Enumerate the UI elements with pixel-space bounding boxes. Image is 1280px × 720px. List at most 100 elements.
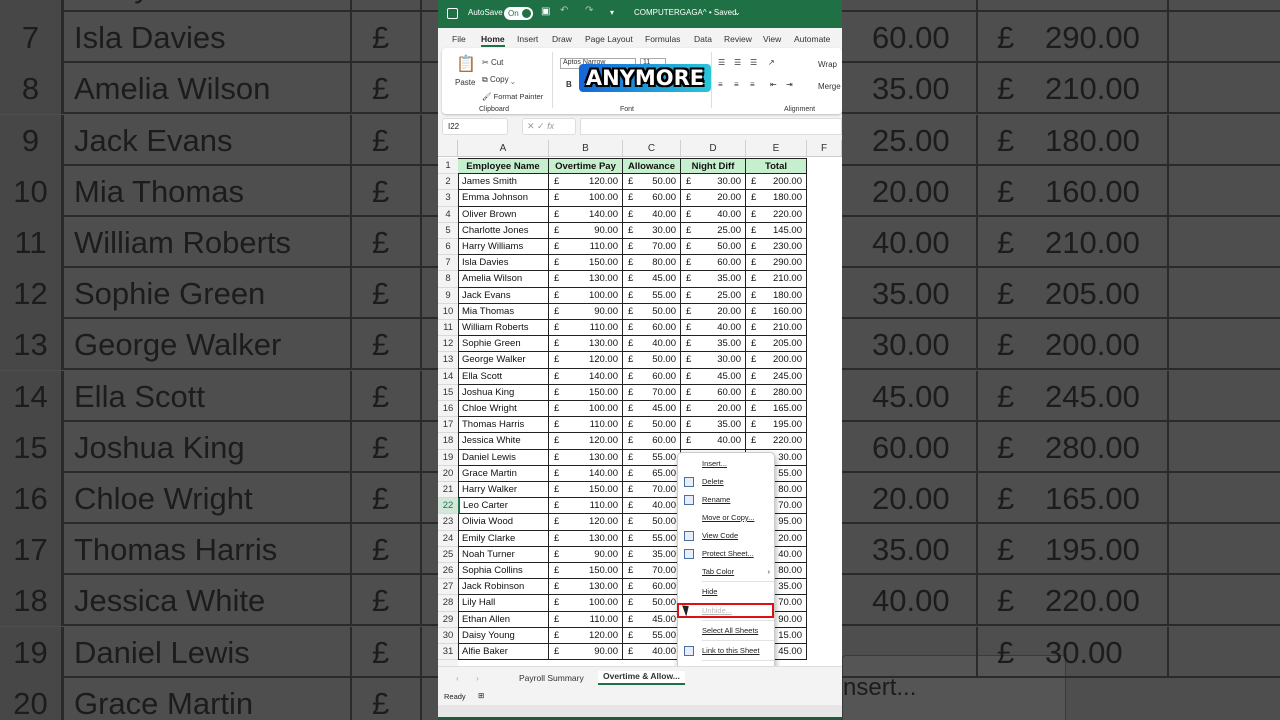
night-diff-cell[interactable]: £35.00 (681, 417, 746, 434)
menu-item-tab-color[interactable]: Tab Color › (678, 563, 776, 581)
allowance-cell[interactable]: £55.00 (623, 627, 681, 644)
menu-item-hide[interactable]: Hide (678, 583, 776, 601)
overtime-pay-cell[interactable]: £100.00 (549, 190, 623, 207)
header-cell[interactable]: Total (746, 158, 807, 175)
tab-home[interactable]: Home (481, 34, 505, 47)
tab-page-layout[interactable]: Page Layout (585, 34, 633, 44)
night-diff-cell[interactable]: £35.00 (681, 271, 746, 288)
tab-insert[interactable]: Insert (517, 34, 538, 44)
header-cell[interactable]: Employee Name (458, 158, 549, 175)
menu-item-insert[interactable]: Insert... (678, 455, 776, 473)
overtime-pay-cell[interactable]: £120.00 (549, 352, 623, 369)
allowance-cell[interactable]: £60.00 (623, 433, 681, 450)
employee-name-cell[interactable]: Olivia Wood (458, 514, 549, 531)
merge-button[interactable]: Merge (818, 82, 841, 91)
employee-name-cell[interactable]: Thomas Harris (458, 417, 549, 434)
wrap-text-button[interactable]: Wrap (818, 60, 837, 69)
employee-name-cell[interactable]: James Smith (458, 174, 549, 191)
employee-name-cell[interactable]: George Walker (458, 352, 549, 369)
overtime-pay-cell[interactable]: £110.00 (549, 239, 623, 256)
align-top-icon[interactable]: ☰ (718, 58, 725, 67)
night-diff-cell[interactable]: £60.00 (681, 255, 746, 272)
employee-name-cell[interactable]: Sophie Green (458, 336, 549, 353)
employee-name-cell[interactable]: Daisy Young (458, 627, 549, 644)
sheet-tab-payroll-summary[interactable]: Payroll Summary (519, 673, 584, 683)
menu-item-protect-sheet[interactable]: Protect Sheet... (678, 545, 776, 563)
employee-name-cell[interactable]: Amelia Wilson (458, 271, 549, 288)
night-diff-cell[interactable]: £25.00 (681, 222, 746, 239)
menu-item-delete[interactable]: Delete (678, 473, 776, 491)
employee-name-cell[interactable]: Jack Robinson (458, 579, 549, 596)
total-cell[interactable]: £245.00 (746, 368, 807, 385)
allowance-cell[interactable]: £40.00 (623, 498, 681, 515)
employee-name-cell[interactable]: Mia Thomas (458, 303, 549, 320)
column-header-A[interactable]: A (458, 140, 549, 157)
select-all-corner[interactable] (438, 140, 458, 157)
night-diff-cell[interactable]: £40.00 (681, 206, 746, 223)
employee-name-cell[interactable]: Grace Martin (458, 465, 549, 482)
scroll-left-icon[interactable]: ‹ (456, 673, 459, 683)
tab-automate[interactable]: Automate (794, 34, 830, 44)
employee-name-cell[interactable]: Lily Hall (458, 595, 549, 612)
column-header-F[interactable]: F (807, 140, 842, 157)
allowance-cell[interactable]: £55.00 (623, 287, 681, 304)
increase-indent-icon[interactable]: ⇥ (786, 80, 793, 89)
header-cell[interactable]: Allowance (623, 158, 681, 175)
employee-name-cell[interactable]: Sophia Collins (458, 563, 549, 580)
total-cell[interactable]: £220.00 (746, 433, 807, 450)
night-diff-cell[interactable]: £35.00 (681, 336, 746, 353)
overtime-pay-cell[interactable]: £120.00 (549, 433, 623, 450)
overtime-pay-cell[interactable]: £110.00 (549, 611, 623, 628)
overtime-pay-cell[interactable]: £140.00 (549, 368, 623, 385)
accessibility-icon[interactable]: ⊞ (478, 691, 484, 700)
formula-input[interactable] (580, 118, 842, 135)
save-icon[interactable]: ▣ (541, 6, 550, 17)
allowance-cell[interactable]: £45.00 (623, 611, 681, 628)
allowance-cell[interactable]: £70.00 (623, 482, 681, 499)
employee-name-cell[interactable]: Chloe Wright (458, 401, 549, 418)
allowance-cell[interactable]: £80.00 (623, 255, 681, 272)
employee-name-cell[interactable]: Jack Evans (458, 287, 549, 304)
overtime-pay-cell[interactable]: £130.00 (549, 336, 623, 353)
employee-name-cell[interactable]: Joshua King (458, 384, 549, 401)
employee-name-cell[interactable]: Charlotte Jones (458, 222, 549, 239)
overtime-pay-cell[interactable]: £90.00 (549, 303, 623, 320)
night-diff-cell[interactable]: £40.00 (681, 433, 746, 450)
night-diff-cell[interactable]: £20.00 (681, 190, 746, 207)
employee-name-cell[interactable]: William Roberts (458, 320, 549, 337)
overtime-pay-cell[interactable]: £150.00 (549, 563, 623, 580)
night-diff-cell[interactable]: £45.00 (681, 368, 746, 385)
tab-review[interactable]: Review (724, 34, 752, 44)
cut-button[interactable]: ✂ Cut (482, 58, 503, 67)
employee-name-cell[interactable]: Jessica White (458, 433, 549, 450)
allowance-cell[interactable]: £55.00 (623, 530, 681, 547)
customize-qat-icon[interactable]: ▾ (610, 8, 614, 17)
allowance-cell[interactable]: £50.00 (623, 174, 681, 191)
total-cell[interactable]: £145.00 (746, 222, 807, 239)
allowance-cell[interactable]: £60.00 (623, 190, 681, 207)
overtime-pay-cell[interactable]: £100.00 (549, 287, 623, 304)
tab-file[interactable]: File (452, 34, 466, 44)
night-diff-cell[interactable]: £40.00 (681, 320, 746, 337)
allowance-cell[interactable]: £50.00 (623, 352, 681, 369)
total-cell[interactable]: £280.00 (746, 384, 807, 401)
paste-icon[interactable]: 📋 (456, 54, 476, 74)
overtime-pay-cell[interactable]: £90.00 (549, 222, 623, 239)
employee-name-cell[interactable]: Ethan Allen (458, 611, 549, 628)
spreadsheet-grid[interactable]: A B C D E F 1 Employee Name Overtime Pay Allowanc… (438, 140, 842, 666)
overtime-pay-cell[interactable]: £110.00 (549, 498, 623, 515)
column-header-C[interactable]: C (623, 140, 681, 157)
bold-button[interactable]: B (566, 80, 572, 89)
allowance-cell[interactable]: £70.00 (623, 384, 681, 401)
tab-draw[interactable]: Draw (552, 34, 572, 44)
align-bottom-icon[interactable]: ☰ (750, 58, 757, 67)
fx-icon[interactable]: ✕ ✓ fx (522, 118, 576, 135)
employee-name-cell[interactable]: Emma Johnson (458, 190, 549, 207)
employee-name-cell[interactable]: Ella Scott (458, 368, 549, 385)
employee-name-cell[interactable]: Alfie Baker (458, 644, 549, 661)
name-box[interactable]: I22 (442, 118, 508, 135)
employee-name-cell[interactable]: Noah Turner (458, 546, 549, 563)
allowance-cell[interactable]: £50.00 (623, 303, 681, 320)
row-header[interactable]: 1 (438, 158, 458, 175)
header-cell[interactable]: Night Diff (681, 158, 746, 175)
